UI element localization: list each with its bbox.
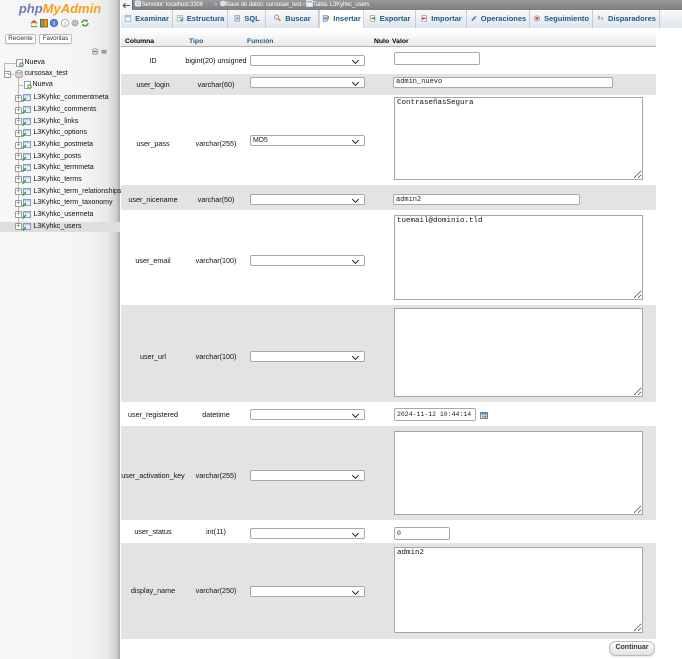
svg-text:i: i (53, 22, 54, 28)
svg-text:i: i (64, 22, 65, 28)
